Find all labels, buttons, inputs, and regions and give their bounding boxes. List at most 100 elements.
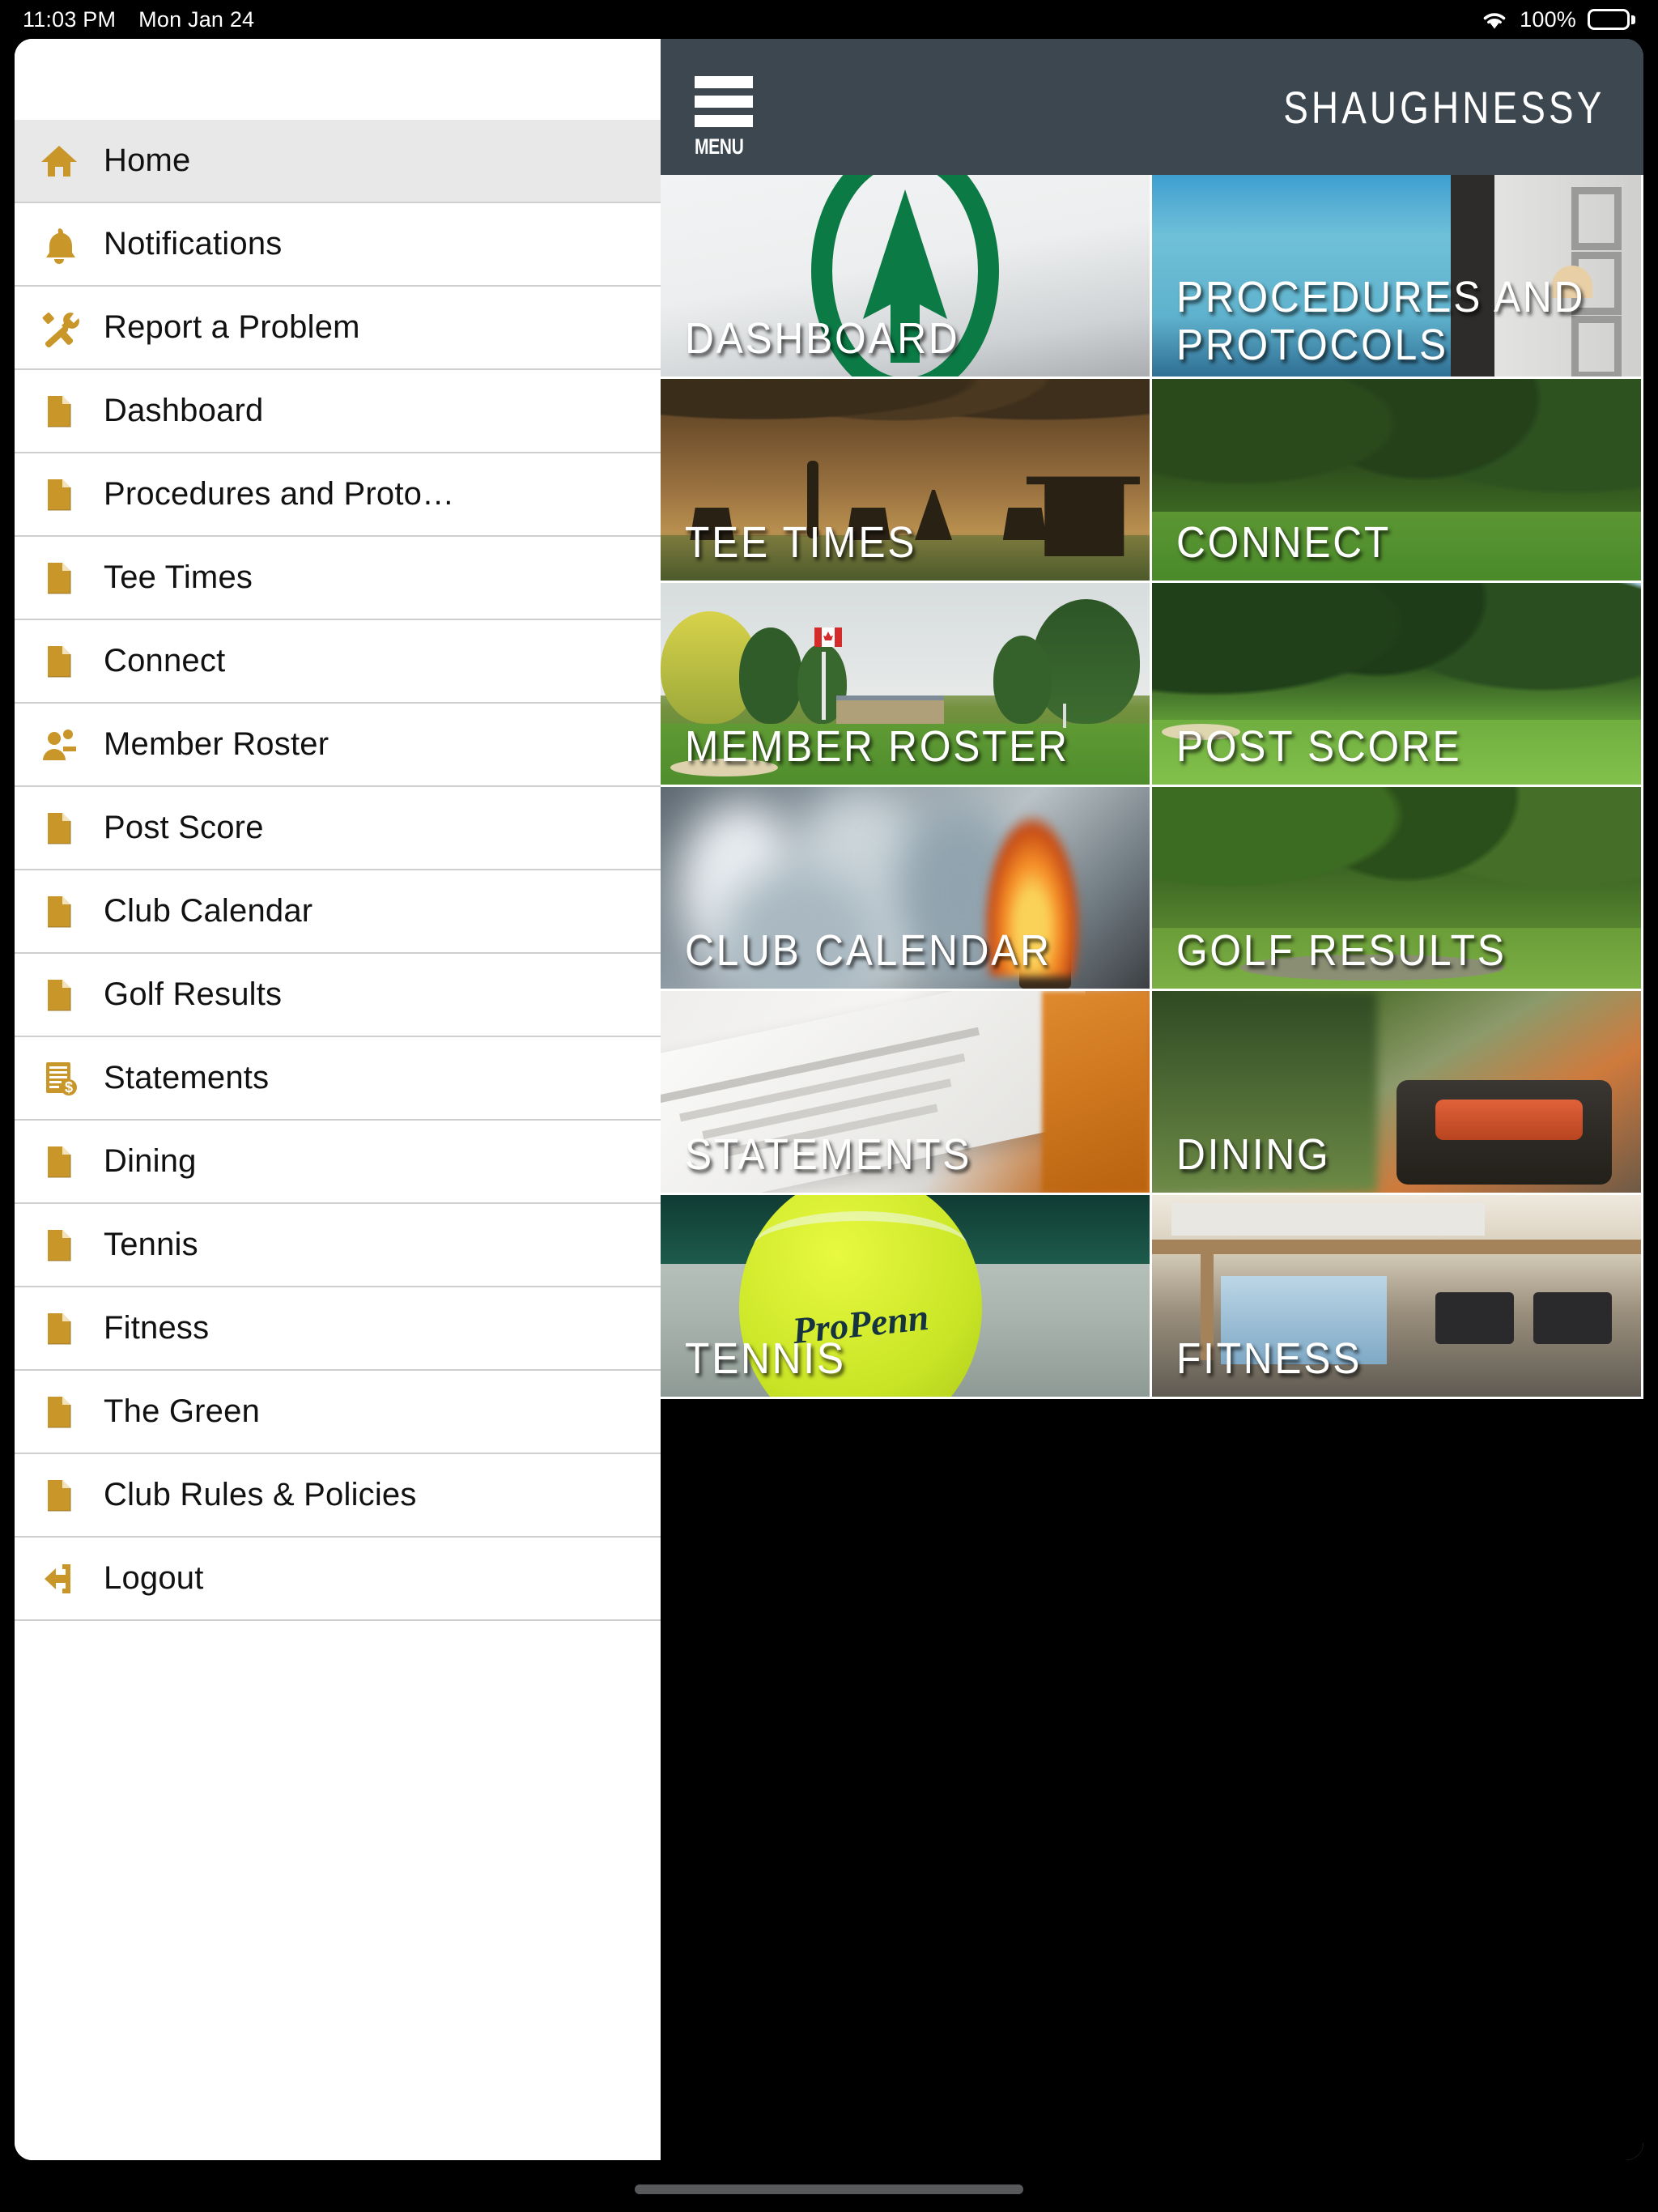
- tile-caption: MEMBER ROSTER: [685, 721, 1069, 771]
- sidebar-item-label: Club Calendar: [104, 893, 313, 929]
- wifi-icon: [1481, 9, 1508, 30]
- tile-fitness[interactable]: FITNESS: [1152, 1195, 1643, 1399]
- document-icon: [15, 1391, 104, 1433]
- tile-caption: DINING: [1176, 1129, 1331, 1179]
- app-top-bar: MENU SHAUGHNESSY: [661, 39, 1643, 175]
- sidebar-item-statements[interactable]: $ Statements: [15, 1037, 661, 1121]
- tile-caption: STATEMENTS: [685, 1129, 972, 1179]
- sidebar-item-golf-results[interactable]: Golf Results: [15, 954, 661, 1037]
- tile-dining[interactable]: DINING: [1152, 991, 1643, 1195]
- tile-tennis[interactable]: ProPenn TENNIS: [661, 1195, 1152, 1399]
- sidebar-item-label: Procedures and Proto…: [104, 476, 455, 512]
- hamburger-bar: [695, 76, 753, 88]
- tile-caption-line: PROCEDURES AND: [1176, 273, 1586, 322]
- sidebar-item-tee-times[interactable]: Tee Times: [15, 537, 661, 620]
- document-icon: [15, 557, 104, 599]
- sidebar-item-home[interactable]: Home: [15, 120, 661, 203]
- sidebar-item-label: Member Roster: [104, 726, 329, 762]
- document-icon: [15, 974, 104, 1016]
- document-icon: [15, 640, 104, 683]
- document-icon: [15, 1141, 104, 1183]
- tile-teetimes[interactable]: TEE TIMES: [661, 379, 1152, 583]
- club-title: SHAUGHNESSY: [1282, 81, 1605, 133]
- sidebar-item-label: Fitness: [104, 1310, 210, 1346]
- tile-calendar[interactable]: CLUB CALENDAR: [661, 787, 1152, 991]
- sidebar-item-post-score[interactable]: Post Score: [15, 787, 661, 870]
- sidebar-item-label: Tee Times: [104, 559, 253, 595]
- document-icon: [15, 390, 104, 432]
- sidebar-item-label: Club Rules & Policies: [104, 1477, 417, 1512]
- tile-caption: FITNESS: [1176, 1334, 1363, 1383]
- status-bar-left: 11:03 PM Mon Jan 24: [23, 7, 254, 32]
- sidebar-item-member-roster[interactable]: Member Roster: [15, 704, 661, 787]
- sidebar-item-label: Statements: [104, 1060, 270, 1095]
- sidebar-item-label: Report a Problem: [104, 309, 360, 345]
- status-date: Mon Jan 24: [138, 6, 255, 32]
- sidebar-item-label: Notifications: [104, 226, 283, 262]
- main-pane: MENU SHAUGHNESSY DASHBOARD PROCEDURES AN…: [661, 39, 1643, 2160]
- sidebar-item-label: Logout: [104, 1560, 204, 1596]
- tile-caption-line: PROTOCOLS: [1176, 320, 1448, 369]
- tile-roster[interactable]: MEMBER ROSTER: [661, 583, 1152, 787]
- sidebar-item-label: The Green: [104, 1393, 261, 1429]
- bell-icon: [15, 223, 104, 266]
- tile-proced[interactable]: PROCEDURES AND PROTOCOLS: [1152, 175, 1643, 379]
- sidebar-item-label: Post Score: [104, 810, 264, 845]
- sidebar-navigation: Home Notifications Report a Problem Dashboa…: [15, 39, 661, 2160]
- tile-caption: TENNIS: [685, 1334, 846, 1383]
- sidebar-item-procedures-and-proto[interactable]: Procedures and Proto…: [15, 453, 661, 537]
- sidebar-item-label: Golf Results: [104, 976, 283, 1012]
- hamburger-bar: [695, 115, 753, 127]
- sidebar-item-fitness[interactable]: Fitness: [15, 1287, 661, 1371]
- sidebar-item-club-calendar[interactable]: Club Calendar: [15, 870, 661, 954]
- status-bar-right: 100%: [1481, 7, 1635, 32]
- document-icon: [15, 1308, 104, 1350]
- tile-caption: CLUB CALENDAR: [685, 925, 1052, 975]
- tile-caption: TEE TIMES: [685, 517, 917, 567]
- app-window: Home Notifications Report a Problem Dashboa…: [15, 39, 1643, 2160]
- sidebar-item-label: Tennis: [104, 1227, 198, 1262]
- sidebar-item-label: Home: [104, 143, 191, 178]
- sidebar-item-dashboard[interactable]: Dashboard: [15, 370, 661, 453]
- ios-status-bar: 11:03 PM Mon Jan 24 100%: [0, 0, 1658, 39]
- tile-caption: GOLF RESULTS: [1176, 925, 1507, 975]
- tile-statements[interactable]: STATEMENTS: [661, 991, 1152, 1195]
- document-icon: [15, 1224, 104, 1266]
- status-time: 11:03 PM: [23, 6, 117, 32]
- sidebar-item-notifications[interactable]: Notifications: [15, 203, 661, 287]
- hamburger-bar: [695, 96, 753, 108]
- home-icon: [15, 140, 104, 182]
- tile-dashboard[interactable]: DASHBOARD: [661, 175, 1152, 379]
- document-icon: [15, 807, 104, 849]
- tile-caption: POST SCORE: [1176, 721, 1462, 771]
- sidebar-item-label: Dashboard: [104, 393, 264, 428]
- tile-golfres[interactable]: GOLF RESULTS: [1152, 787, 1643, 991]
- sidebar-item-club-rules-policies[interactable]: Club Rules & Policies: [15, 1454, 661, 1538]
- sidebar-item-label: Connect: [104, 643, 226, 678]
- sidebar-empty-space: [15, 1621, 661, 2160]
- document-icon: [15, 474, 104, 516]
- battery-full-icon: [1588, 9, 1635, 30]
- document-icon: [15, 891, 104, 933]
- tile-caption: PROCEDURES AND PROTOCOLS: [1176, 274, 1585, 368]
- hamburger-menu-icon[interactable]: MENU: [695, 76, 755, 160]
- sidebar-item-the-green[interactable]: The Green: [15, 1371, 661, 1454]
- logout-icon: [15, 1558, 104, 1600]
- svg-text:$: $: [65, 1079, 73, 1095]
- tools-icon: [15, 307, 104, 349]
- invoice-dollar-icon: $: [15, 1057, 104, 1100]
- sidebar-item-dining[interactable]: Dining: [15, 1121, 661, 1204]
- people-icon: [15, 724, 104, 766]
- tile-caption: CONNECT: [1176, 517, 1391, 567]
- sidebar-header-spacer: [15, 39, 661, 120]
- sidebar-item-logout[interactable]: Logout: [15, 1538, 661, 1621]
- battery-percent: 100%: [1520, 6, 1576, 32]
- tile-caption: DASHBOARD: [685, 313, 960, 363]
- sidebar-item-label: Dining: [104, 1143, 197, 1179]
- sidebar-item-connect[interactable]: Connect: [15, 620, 661, 704]
- sidebar-item-tennis[interactable]: Tennis: [15, 1204, 661, 1287]
- menu-label: MENU: [695, 134, 744, 159]
- tile-connect[interactable]: CONNECT: [1152, 379, 1643, 583]
- tile-postscore[interactable]: POST SCORE: [1152, 583, 1643, 787]
- sidebar-item-report-a-problem[interactable]: Report a Problem: [15, 287, 661, 370]
